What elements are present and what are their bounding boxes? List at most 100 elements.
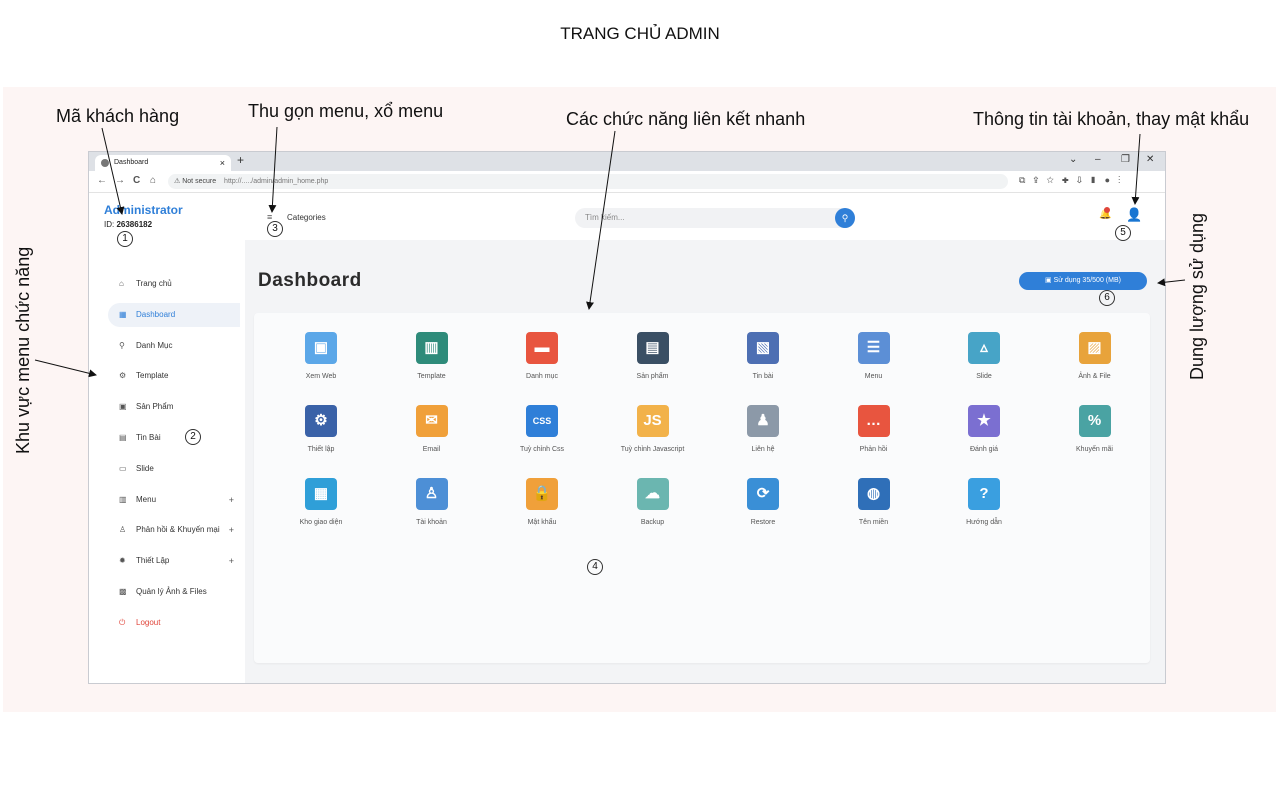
quick-link-tile-21[interactable]: ◍ Tên miền bbox=[824, 478, 924, 538]
quick-link-label: Thiết lập bbox=[307, 446, 335, 453]
close-window-button[interactable]: ✕ bbox=[1146, 154, 1154, 165]
quick-link-glyph: 🔒 bbox=[532, 485, 552, 502]
quick-link-label: Restore bbox=[750, 519, 776, 526]
tab-close-icon[interactable]: × bbox=[220, 155, 225, 171]
quick-link-label: Xem Web bbox=[305, 373, 337, 380]
home-button[interactable]: ⌂ bbox=[150, 175, 156, 186]
quick-link-label: Email bbox=[422, 446, 441, 453]
notification-bell-icon[interactable]: 🔔 bbox=[1099, 207, 1111, 220]
expand-icon[interactable]: + bbox=[229, 488, 234, 512]
search-box[interactable]: Tìm kiếm... ⚲ bbox=[575, 208, 855, 228]
brand-title[interactable]: Administrator bbox=[104, 203, 183, 217]
quick-link-label: Template bbox=[417, 373, 446, 380]
quick-link-tile-6[interactable]: ▵ Slide bbox=[934, 332, 1034, 392]
quick-link-icon: ▣ bbox=[305, 332, 337, 364]
quick-link-tile-1[interactable]: ▥ Template bbox=[382, 332, 482, 392]
sidebar-item-label: Slide bbox=[136, 463, 154, 473]
quick-link-tile-19[interactable]: ☁ Backup bbox=[603, 478, 703, 538]
quick-link-tile-10[interactable]: CSS Tuỳ chỉnh Css bbox=[492, 405, 592, 465]
customer-id-value: 26386182 bbox=[116, 220, 153, 229]
sidebar-item-4[interactable]: ▣ Sản Phẩm bbox=[108, 395, 240, 419]
sidebar-item-7[interactable]: ▥ Menu + bbox=[108, 488, 240, 512]
quick-link-icon: ⚙ bbox=[305, 405, 337, 437]
sidebar-item-icon: ⏻ bbox=[119, 617, 126, 627]
extension-icons[interactable]: ⧉⇪☆✚⇩▮●⋮ bbox=[1019, 175, 1128, 186]
restore-button[interactable]: ❐ bbox=[1121, 154, 1130, 165]
back-button[interactable]: ← bbox=[97, 175, 107, 186]
dashboard-title: Dashboard bbox=[258, 270, 362, 291]
sidebar-item-icon: ⚙ bbox=[119, 371, 127, 381]
quick-link-label: Tuỳ chỉnh Css bbox=[519, 446, 565, 453]
quick-link-tile-20[interactable]: ⟳ Restore bbox=[713, 478, 813, 538]
quick-link-tile-0[interactable]: ▣ Xem Web bbox=[271, 332, 371, 392]
browser-tab[interactable]: Dashboard × bbox=[95, 155, 231, 171]
search-button[interactable]: ⚲ bbox=[835, 208, 855, 228]
quick-link-tile-17[interactable]: ♙ Tài khoản bbox=[382, 478, 482, 538]
url-field[interactable]: ⚠ Not secure http://...../admin/admin_ho… bbox=[168, 174, 1008, 189]
sidebar-item-6[interactable]: ▭ Slide bbox=[108, 457, 240, 481]
quick-link-label: Slide bbox=[976, 373, 992, 380]
quick-link-icon: CSS bbox=[526, 405, 558, 437]
quick-link-label: Tài khoản bbox=[416, 519, 447, 526]
quick-link-glyph: ? bbox=[979, 485, 989, 502]
categories-label[interactable]: Categories bbox=[287, 213, 326, 222]
minimize-button[interactable]: – bbox=[1095, 154, 1101, 165]
forward-button[interactable]: → bbox=[115, 175, 125, 186]
quick-link-tile-12[interactable]: ♟ Liên hệ bbox=[713, 405, 813, 465]
quick-link-tile-15[interactable]: % Khuyến mãi bbox=[1045, 405, 1145, 465]
sidebar-item-1[interactable]: ▦ Dashboard bbox=[108, 302, 240, 327]
quick-link-glyph: ☁ bbox=[645, 485, 660, 502]
quick-link-icon: ? bbox=[968, 478, 1000, 510]
sidebar-item-label: Quản lý Ảnh & Files bbox=[136, 587, 207, 596]
quick-link-label: Đánh giá bbox=[969, 446, 999, 453]
quick-link-icon: … bbox=[857, 405, 890, 437]
quick-link-tile-13[interactable]: … Phản hồi bbox=[824, 405, 924, 465]
new-tab-button[interactable]: + bbox=[237, 153, 244, 167]
tab-title: Dashboard bbox=[114, 159, 149, 166]
sidebar-item-8[interactable]: ♙ Phản hồi & Khuyến mại + bbox=[108, 518, 240, 542]
quick-link-icon: ▵ bbox=[968, 332, 1000, 364]
sidebar-item-10[interactable]: ▩ Quản lý Ảnh & Files bbox=[108, 580, 240, 604]
sidebar-item-3[interactable]: ⚙ Template bbox=[108, 364, 240, 388]
quick-link-label: Tên miền bbox=[858, 519, 889, 526]
usage-badge[interactable]: ▣ Sử dụng 35/500 (MB) bbox=[1019, 272, 1147, 290]
sidebar-item-9[interactable]: ✹ Thiết Lập + bbox=[108, 549, 240, 573]
quick-link-label: Danh mục bbox=[526, 373, 558, 380]
sidebar-item-11[interactable]: ⏻ Logout bbox=[108, 611, 240, 635]
sidebar-item-icon: ⌂ bbox=[119, 279, 124, 288]
quick-link-tile-11[interactable]: JS Tuỳ chỉnh Javascript bbox=[603, 405, 703, 465]
expand-icon[interactable]: + bbox=[229, 549, 234, 573]
quick-link-tile-2[interactable]: ▬ Danh mục bbox=[492, 332, 592, 392]
search-input[interactable]: Tìm kiếm... bbox=[585, 213, 625, 222]
quick-link-tile-5[interactable]: ☰ Menu bbox=[824, 332, 924, 392]
reload-button[interactable]: C bbox=[133, 175, 140, 186]
sidebar-item-icon: ▣ bbox=[119, 402, 127, 412]
sidebar-item-0[interactable]: ⌂ Trang chủ bbox=[108, 272, 240, 296]
user-account-icon[interactable]: 👤 bbox=[1126, 207, 1142, 223]
quick-link-tile-8[interactable]: ⚙ Thiết lập bbox=[271, 405, 371, 465]
quick-link-icon: ★ bbox=[968, 405, 1000, 437]
sidebar-item-icon: ▩ bbox=[119, 587, 127, 596]
notification-dot bbox=[1104, 207, 1110, 213]
quick-link-tile-18[interactable]: 🔒 Mật khẩu bbox=[492, 478, 592, 538]
quick-link-tile-9[interactable]: ✉ Email bbox=[382, 405, 482, 465]
annotation-collapse-menu: Thu gọn menu, xổ menu bbox=[248, 101, 444, 121]
quick-link-tile-22[interactable]: ? Hướng dẫn bbox=[934, 478, 1034, 538]
quick-link-glyph: JS bbox=[643, 412, 662, 429]
marker-2: 2 bbox=[185, 429, 201, 445]
sidebar-item-2[interactable]: ⚲ Danh Mục bbox=[108, 334, 240, 358]
expand-icon[interactable]: + bbox=[229, 518, 234, 542]
quick-link-tile-16[interactable]: ▦ Kho giao diện bbox=[271, 478, 371, 538]
sidebar-item-5[interactable]: ▤ Tin Bài bbox=[108, 426, 240, 450]
quick-link-icon: ▬ bbox=[526, 332, 558, 364]
quick-link-glyph: … bbox=[866, 412, 881, 429]
quick-link-tile-14[interactable]: ★ Đánh giá bbox=[934, 405, 1034, 465]
tab-bar: Dashboard × + ⌄ – ❐ ✕ bbox=[89, 152, 1165, 171]
quick-link-tile-3[interactable]: ▤ Sản phẩm bbox=[603, 332, 703, 392]
quick-link-tile-4[interactable]: ▧ Tin bài bbox=[713, 332, 813, 392]
quick-link-glyph: ♟ bbox=[756, 412, 770, 429]
sidebar-item-label: Thiết Lập bbox=[136, 556, 170, 566]
quick-link-glyph: CSS bbox=[532, 416, 552, 426]
tab-search-icon[interactable]: ⌄ bbox=[1069, 154, 1077, 165]
quick-link-tile-7[interactable]: ▨ Ảnh & File bbox=[1045, 332, 1145, 392]
